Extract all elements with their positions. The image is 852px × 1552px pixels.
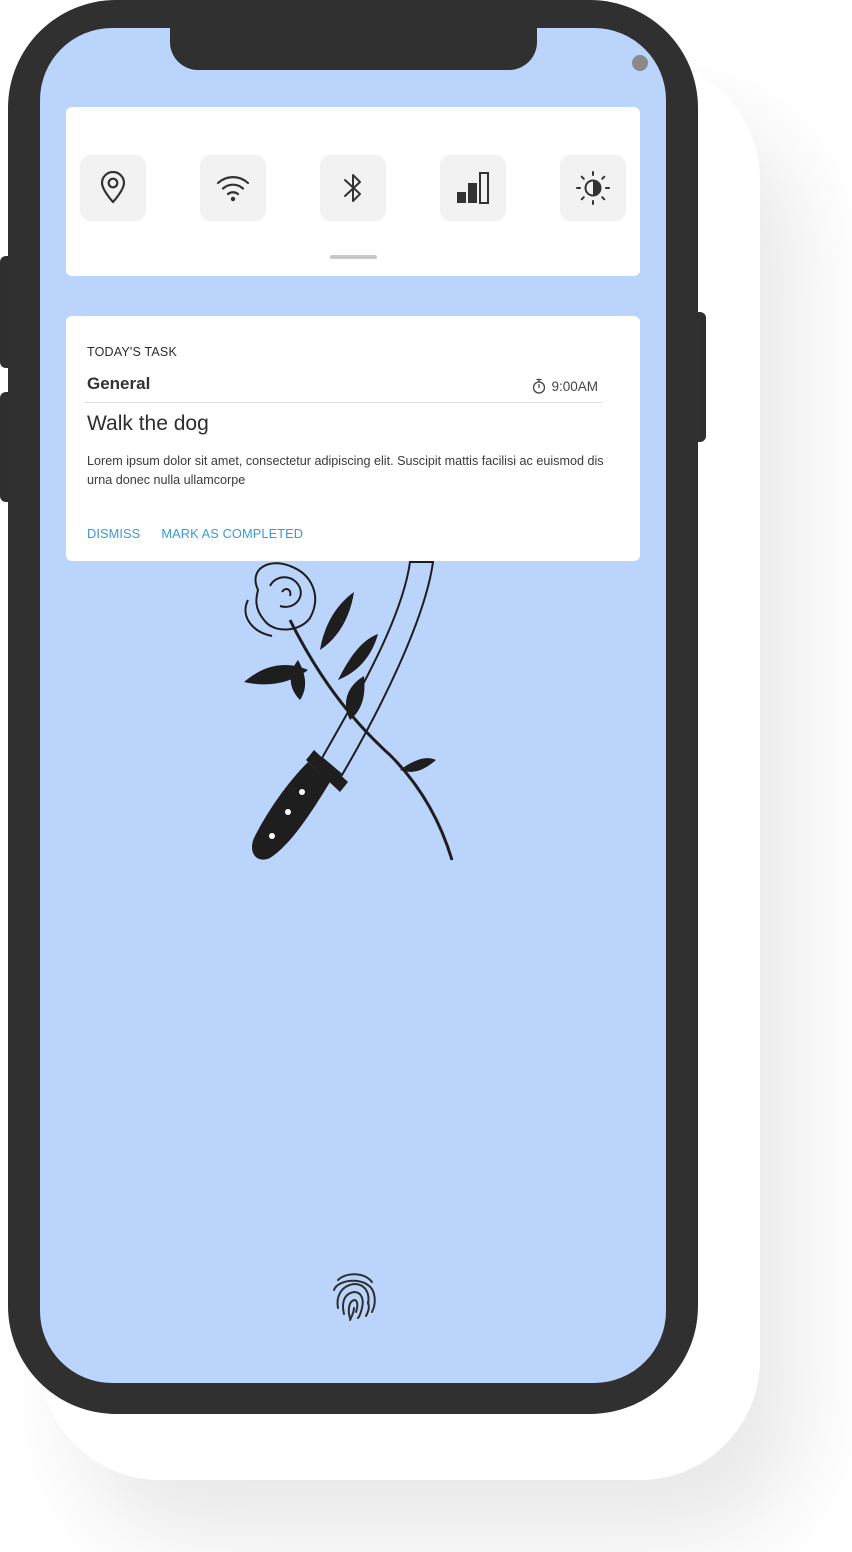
wifi-toggle[interactable]	[200, 155, 266, 221]
rose-head	[244, 562, 317, 637]
mobile-data-toggle[interactable]	[440, 155, 506, 221]
notification-divider	[84, 402, 602, 403]
notification-time-text: 9:00AM	[551, 378, 598, 394]
quick-settings-panel	[66, 107, 640, 276]
fingerprint-icon[interactable]	[328, 1268, 380, 1322]
rose-stem	[288, 619, 454, 861]
front-camera	[632, 55, 648, 71]
bluetooth-toggle[interactable]	[320, 155, 386, 221]
task-notification-card[interactable]: TODAY'S TASK General 9:00AM Walk the dog…	[66, 316, 640, 561]
rose-leaves	[244, 592, 436, 772]
lock-screen-mockup: TODAY'S TASK General 9:00AM Walk the dog…	[0, 0, 852, 1552]
notification-body: Lorem ipsum dolor sit amet, consectetur …	[87, 454, 604, 487]
notification-time: 9:00AM	[532, 378, 598, 394]
location-toggle[interactable]	[80, 155, 146, 221]
brightness-toggle[interactable]	[560, 155, 626, 221]
location-icon	[100, 171, 126, 204]
panel-drag-handle[interactable]	[330, 255, 377, 259]
notification-title: Walk the dog	[87, 412, 209, 435]
notification-actions: DISMISS MARK AS COMPLETED	[87, 526, 303, 541]
wifi-icon	[216, 176, 250, 202]
mark-completed-button[interactable]: MARK AS COMPLETED	[161, 526, 303, 541]
signal-bars-icon	[457, 172, 489, 204]
knife-handle	[251, 762, 330, 860]
rose-knife-wallpaper	[244, 561, 454, 861]
dismiss-button[interactable]: DISMISS	[87, 526, 140, 541]
bluetooth-icon	[344, 174, 361, 202]
brightness-icon	[576, 171, 610, 205]
stopwatch-icon	[533, 378, 546, 394]
notification-header: TODAY'S TASK	[87, 345, 177, 359]
notch	[170, 28, 648, 71]
notification-category: General	[87, 374, 151, 393]
